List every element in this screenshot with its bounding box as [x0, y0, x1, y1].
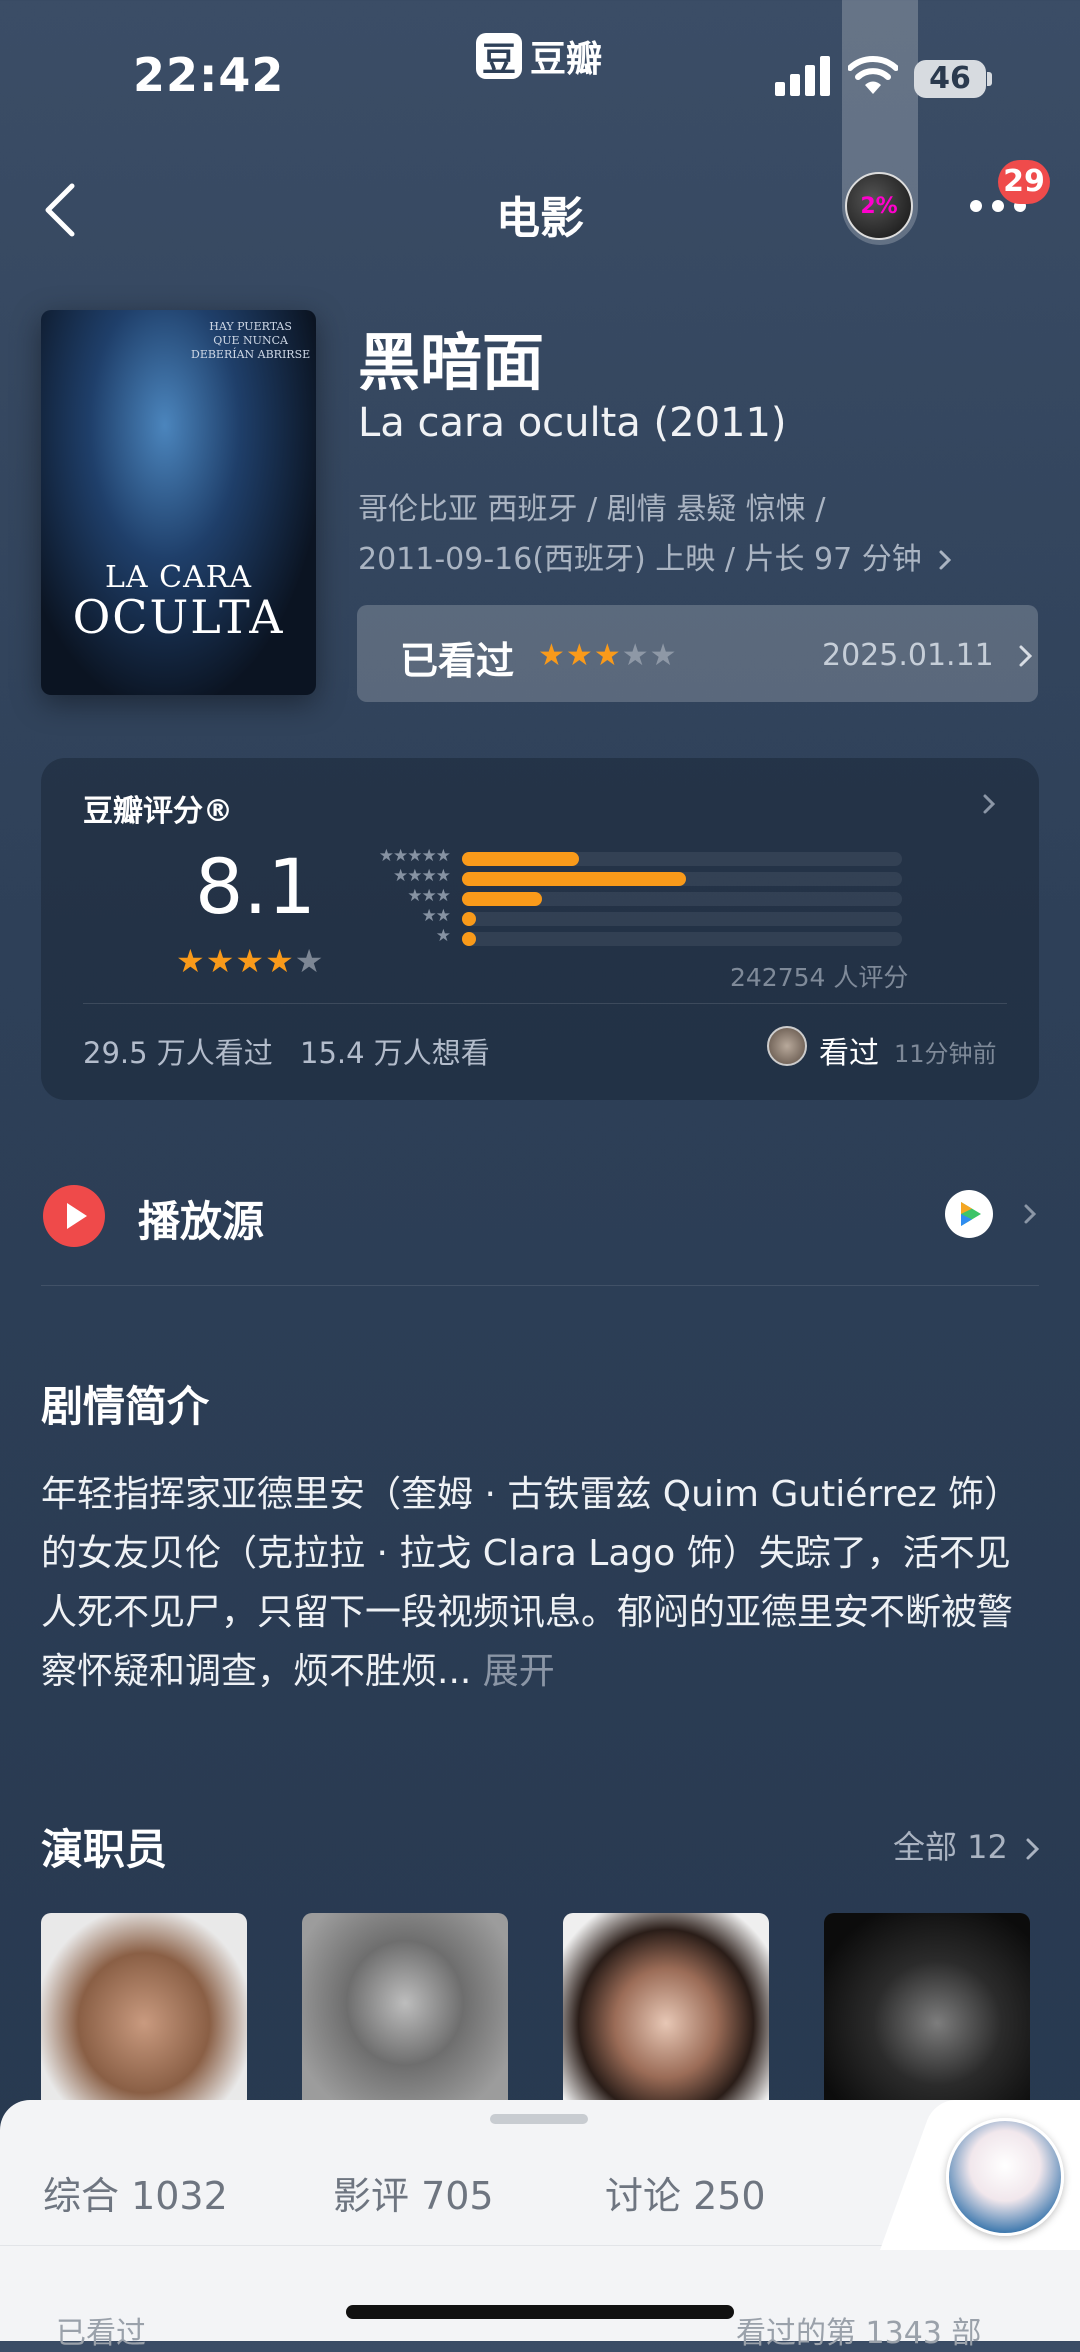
star-filled-icon: ★ [176, 942, 206, 980]
movie-original-title: La cara oculta (2011) [358, 400, 787, 446]
expand-link[interactable]: 展开 [483, 1651, 555, 1692]
want-count[interactable]: 15.4 万人想看 [300, 1030, 490, 1072]
tab-discussions[interactable]: 讨论 250 [605, 2165, 766, 2220]
movie-title: 黑暗面 [358, 326, 545, 399]
star-empty-icon: ★ [621, 638, 650, 673]
distribution-bar-track [462, 872, 902, 886]
app-badge-name: 豆瓣 [530, 39, 603, 80]
distribution-bar [462, 912, 476, 926]
distribution-bar [462, 872, 687, 886]
rating-title: 豆瓣评分® [83, 794, 233, 829]
cast-all-text: 全部 12 [893, 1828, 1008, 1866]
battery-level: 46 [914, 60, 986, 98]
user-avatar[interactable]: 2% [845, 172, 913, 240]
distribution-bar [462, 852, 579, 866]
page-title: 电影 [496, 193, 584, 244]
play-icon[interactable] [43, 1185, 105, 1247]
distribution-star-label: ★★★★★ [378, 846, 451, 866]
signal-icon [775, 56, 830, 96]
my-status-label: 已看过 [400, 639, 515, 683]
star-empty-icon: ★ [649, 638, 678, 673]
friend-time: 11分钟前 [894, 1040, 997, 1068]
cast-title: 演职员 [41, 1825, 168, 1874]
rating-stars: ★★★★★ [176, 942, 324, 980]
distribution-bar-track [462, 892, 902, 906]
star-filled-icon: ★ [205, 942, 236, 980]
mascot-bunny-icon[interactable] [946, 2118, 1064, 2236]
distribution-bar-track [462, 852, 902, 866]
star-filled-icon: ★ [565, 638, 594, 673]
synopsis-title: 剧情简介 [41, 1382, 210, 1431]
distribution-bar [462, 892, 542, 906]
wifi-icon [848, 56, 898, 94]
watched-date: 2025.01.11 [822, 638, 1035, 673]
star-filled-icon: ★ [265, 942, 295, 980]
distribution-bar-track [462, 912, 902, 926]
sheet-drag-handle[interactable] [490, 2114, 588, 2124]
friend-action: 看过 [819, 1036, 879, 1071]
cast-photo[interactable] [41, 1913, 247, 2113]
my-rating-stars: ★★★★★ [538, 638, 678, 673]
cast-photo[interactable] [563, 1913, 769, 2113]
poster-title-line2: OCULTA [72, 590, 285, 644]
star-empty-icon: ★ [294, 942, 325, 980]
battery-tip [987, 72, 992, 86]
friend-avatar[interactable] [767, 1026, 807, 1066]
app-badge: 豆 豆瓣 [476, 30, 602, 82]
tab-overview[interactable]: 综合 1032 [43, 2165, 228, 2220]
distribution-star-label: ★★★ [407, 886, 451, 906]
synopsis-text: 年轻指挥家亚德里安（奎姆 · 古铁雷兹 Quim Gutiérrez 饰）的女友… [41, 1465, 1041, 1701]
chevron-right-icon [1024, 1204, 1037, 1224]
section-divider [41, 1285, 1039, 1286]
poster-tagline: HAY PUERTAS QUE NUNCA DEBERÍAN ABRIRSE [191, 320, 311, 361]
star-filled-icon: ★ [538, 638, 566, 673]
distribution-star-label: ★ [435, 926, 451, 946]
movie-meta-release-text: 2011-09-16(西班牙) 上映 / 片长 97 分钟 [358, 542, 922, 577]
watched-date-text: 2025.01.11 [822, 638, 994, 673]
rating-score: 8.1 [195, 842, 316, 931]
divider [83, 1003, 1007, 1004]
distribution-star-label: ★★ [421, 906, 451, 926]
douban-logo-icon: 豆 [476, 33, 522, 80]
cast-all-link[interactable]: 全部 12 [893, 1822, 1042, 1868]
star-filled-icon: ★ [235, 942, 266, 980]
distribution-bar [462, 932, 476, 946]
cast-photo[interactable] [824, 1913, 1030, 2113]
cast-photo[interactable] [302, 1913, 508, 2113]
seen-count[interactable]: 29.5 万人看过 [83, 1030, 273, 1072]
tab-reviews[interactable]: 影评 705 [333, 2165, 494, 2220]
home-indicator [346, 2305, 734, 2319]
sheet-row-watched: 已看过 [56, 2316, 146, 2351]
movie-meta-genres: 哥伦比亚 西班牙 / 剧情 悬疑 惊悚 / [358, 492, 826, 527]
chevron-right-icon [983, 794, 996, 814]
movie-meta-release[interactable]: 2011-09-16(西班牙) 上映 / 片长 97 分钟 [358, 534, 953, 578]
chevron-right-icon [939, 550, 952, 570]
notification-badge: 29 [998, 160, 1050, 204]
video-platform-icon[interactable] [945, 1190, 993, 1238]
distribution-bar-track [462, 932, 902, 946]
distribution-star-label: ★★★★ [393, 866, 451, 886]
status-time: 22:42 [133, 48, 285, 102]
play-source-label[interactable]: 播放源 [138, 1188, 264, 1249]
sheet-row-count: 看过的第 1343 部 [736, 2316, 982, 2351]
movie-poster[interactable]: HAY PUERTAS QUE NUNCA DEBERÍAN ABRIRSE L… [41, 310, 316, 695]
chevron-right-icon [1019, 645, 1033, 667]
star-filled-icon: ★ [593, 638, 622, 673]
chevron-right-icon [1026, 1838, 1040, 1860]
raters-count: 242754 人评分 [730, 963, 909, 992]
